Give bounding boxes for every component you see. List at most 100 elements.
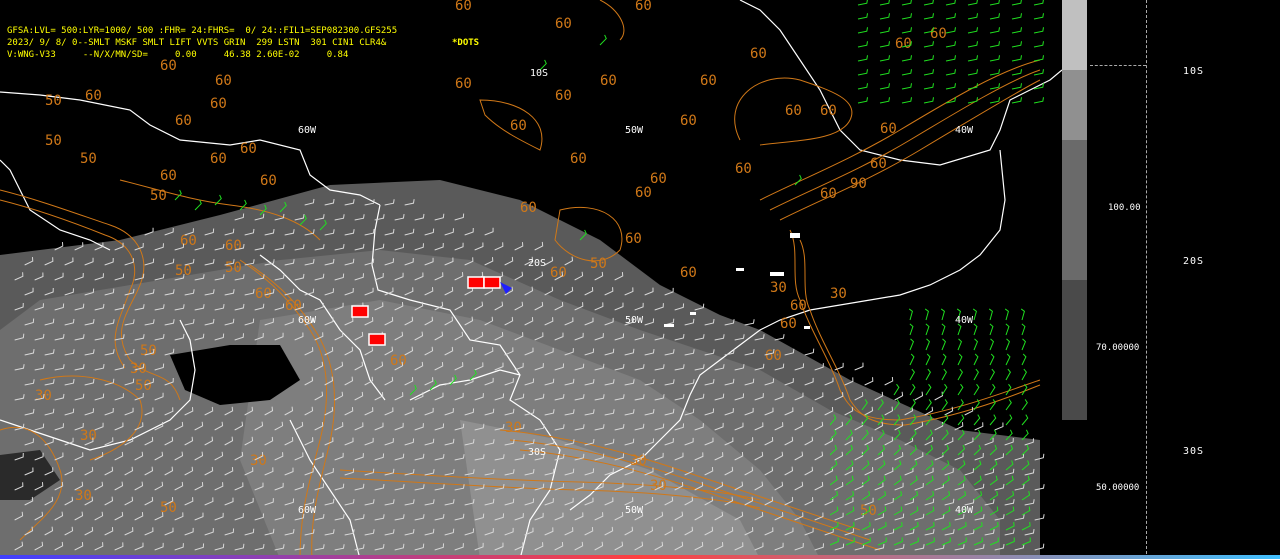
contour-label: 60 xyxy=(820,186,837,202)
contour-label: 60 xyxy=(650,171,667,187)
lon-label: 50W xyxy=(625,315,644,326)
contour-label: 60 xyxy=(930,26,947,42)
lat-label: 30S xyxy=(528,447,546,458)
contour-label: 50 xyxy=(45,93,62,109)
header-line-3: V:WNG-V33 --N/X/MN/SD= 0.00 46.38 2.60E-… xyxy=(7,50,349,60)
wind-barb-green xyxy=(945,27,956,34)
wind-barb-green xyxy=(901,13,912,20)
wind-barb-green xyxy=(909,323,914,336)
satellite-map[interactable]: 60 60 60 60 60 60 60 60 60 60 60 60 60 5… xyxy=(0,0,1062,559)
wind-barb-green xyxy=(989,383,996,396)
wind-barb-green xyxy=(1005,368,1012,381)
contour-label: 30 xyxy=(630,453,647,469)
colorbar-label: 50.00000 xyxy=(1096,483,1140,493)
wind-barb-green xyxy=(599,34,607,46)
wind-barb-green xyxy=(973,368,980,381)
wind-barb-green xyxy=(973,323,978,336)
wind-barb-green xyxy=(1021,399,1028,411)
lat-label: 20S xyxy=(528,258,546,269)
contour-label: 60 xyxy=(180,233,197,249)
contour-label: 50 xyxy=(150,188,167,204)
wind-barb-green xyxy=(1005,353,1011,366)
contour-label: 60 xyxy=(215,73,232,89)
wind-barb-green xyxy=(1005,383,1012,396)
contour-label: 30 xyxy=(250,453,267,469)
wind-barb-green xyxy=(1005,414,1013,426)
wind-barb-green xyxy=(909,368,916,381)
station-marker[interactable] xyxy=(467,276,485,289)
wind-barb-green xyxy=(923,97,934,104)
wind-barb-green xyxy=(989,0,1000,6)
wind-barb-green xyxy=(989,83,1000,90)
wind-barb xyxy=(914,391,924,401)
wind-barb xyxy=(854,362,864,371)
wind-barb-green xyxy=(1005,399,1012,411)
wind-barb xyxy=(744,319,755,326)
colorbar-segment xyxy=(1062,280,1087,420)
wind-barb-green xyxy=(967,69,978,76)
wind-barb-green xyxy=(972,308,977,321)
wind-barb-green xyxy=(967,55,978,62)
contour-label: 60 xyxy=(870,156,887,172)
wind-barb-green xyxy=(879,97,890,104)
wind-barb-green xyxy=(1011,55,1022,62)
header-line-1: GFSA:LVL= 500:LYR=1000/ 500 :FHR= 24:FHR… xyxy=(7,26,398,36)
lon-label: 40W xyxy=(955,505,974,516)
contour-label: 60 xyxy=(160,168,177,184)
wind-barb-green xyxy=(989,27,1000,34)
wind-barb-green xyxy=(901,83,912,90)
wind-barb-green xyxy=(879,0,890,6)
station-marker[interactable] xyxy=(368,333,386,346)
wind-barb-green xyxy=(909,383,916,396)
wind-barb-green xyxy=(989,55,1000,62)
wind-barb-green xyxy=(901,27,912,34)
wind-barb-green xyxy=(1011,13,1022,20)
contour-label: 60 xyxy=(285,298,302,314)
wind-barb-green xyxy=(941,338,947,351)
contour-label: 60 xyxy=(510,118,527,134)
wind-barb-green xyxy=(1005,323,1010,336)
contour-label: 60 xyxy=(820,103,837,119)
dots-label[interactable]: *DOTS xyxy=(452,37,479,49)
wind-barb-green xyxy=(1021,338,1027,351)
wind-barb-green xyxy=(1004,308,1009,321)
wind-barb-green xyxy=(925,368,932,381)
colorbar-label: 100.00 xyxy=(1108,203,1141,213)
contour-label: 60 xyxy=(210,96,227,112)
lon-label: 60W xyxy=(298,505,317,516)
contour-label: 60 xyxy=(455,76,472,92)
contour-label: 90 xyxy=(850,176,867,192)
wind-barb-green xyxy=(923,0,934,6)
contour-label: 60 xyxy=(635,0,652,14)
wind-barb-green xyxy=(973,353,979,366)
contour-label: 60 xyxy=(880,121,897,137)
wind-barb-green xyxy=(925,399,932,411)
wind-barb-green xyxy=(989,368,996,381)
header-line-2: 2023/ 9/ 8/ 0--SMLT MSKF SMLT LIFT VVTS … xyxy=(7,38,387,48)
contour-label: 60 xyxy=(680,265,697,281)
wind-barb xyxy=(884,376,894,386)
wind-barb-green xyxy=(794,174,802,186)
wind-barb-green xyxy=(941,323,946,336)
wind-barb-green xyxy=(925,383,932,396)
station-marker[interactable] xyxy=(483,276,501,289)
contour-label: 60 xyxy=(785,103,802,119)
wind-barb-green xyxy=(967,13,978,20)
contour-label: 50 xyxy=(45,133,62,149)
wind-barb-green xyxy=(989,97,1000,104)
wind-barb-green xyxy=(945,69,956,76)
station-marker[interactable] xyxy=(351,305,369,318)
contour-label: 60 xyxy=(735,161,752,177)
wind-barb-green xyxy=(1033,97,1044,104)
contour-label: 30 xyxy=(75,488,92,504)
contour-label: 60 xyxy=(85,88,102,104)
wind-barb-green xyxy=(957,383,964,396)
wind-barb-green xyxy=(857,83,868,90)
lon-label: 60W xyxy=(298,315,317,326)
wind-barb-green xyxy=(1011,83,1022,90)
wind-barb-green xyxy=(857,55,868,62)
wind-barb-green xyxy=(923,69,934,76)
color-scale-bar xyxy=(1062,0,1087,420)
lon-label: 50W xyxy=(625,125,644,136)
wind-barb-green xyxy=(973,383,980,396)
